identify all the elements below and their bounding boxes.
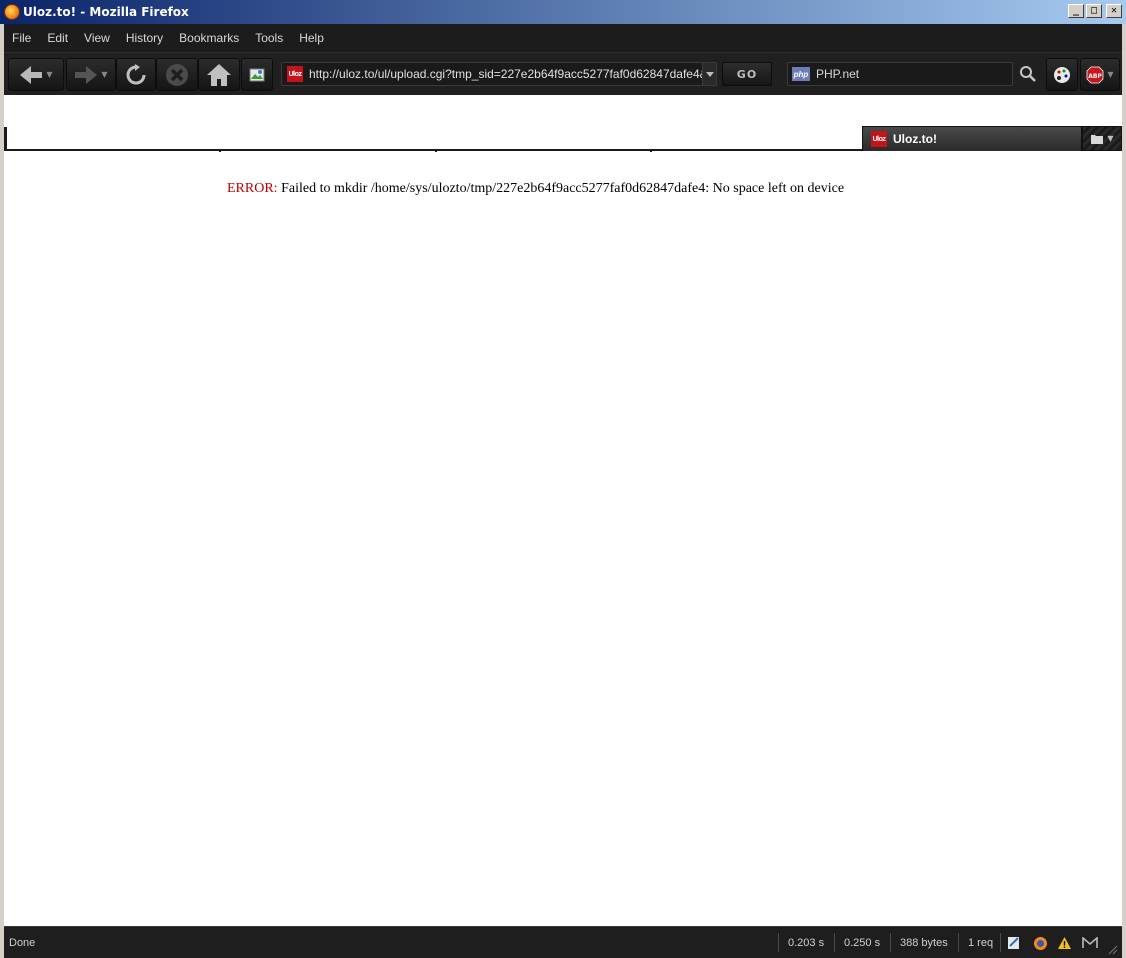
load-time-2: 0.250 s xyxy=(844,937,881,949)
status-separator xyxy=(958,933,959,952)
status-separator xyxy=(1000,933,1001,952)
menu-bookmarks[interactable]: Bookmarks xyxy=(179,31,239,45)
url-history-dropdown-icon[interactable] xyxy=(702,63,716,85)
status-separator xyxy=(778,933,779,952)
adblock-plus-icon: ABP xyxy=(1087,66,1104,83)
abp-label: ABP xyxy=(1089,73,1103,80)
tab-divider xyxy=(219,149,221,152)
tab-list-button[interactable]: ▼ xyxy=(1082,126,1122,151)
window-frame-right xyxy=(1122,24,1126,958)
folder-icon xyxy=(1091,134,1104,144)
menu-help[interactable]: Help xyxy=(299,31,324,45)
firefox-icon xyxy=(4,4,20,20)
url-text[interactable]: http://uloz.to/ul/upload.cgi?tmp_sid=227… xyxy=(309,67,702,81)
adblock-dropdown-icon[interactable]: ▼ xyxy=(1107,70,1113,79)
back-button[interactable]: ▼ xyxy=(8,58,64,91)
error-message-line: ERROR: Failed to mkdir /home/sys/ulozto/… xyxy=(227,181,844,197)
tab-active[interactable]: Uloz Uloz.to! xyxy=(862,126,1082,151)
menu-bar: File Edit View History Bookmarks Tools H… xyxy=(4,24,1122,52)
error-label: ERROR: xyxy=(227,181,278,196)
reload-icon xyxy=(126,63,146,84)
search-input[interactable]: PHP.net xyxy=(816,67,859,81)
tab-strip-outline xyxy=(4,127,862,152)
status-separator xyxy=(890,933,891,952)
stop-button[interactable] xyxy=(156,58,198,91)
back-arrow-icon xyxy=(20,65,43,84)
notepad-icon[interactable] xyxy=(1006,935,1022,951)
extension-button[interactable] xyxy=(241,58,273,91)
search-bar[interactable]: php PHP.net xyxy=(787,62,1013,86)
tab-title: Uloz.to! xyxy=(893,132,937,146)
window-title-bar[interactable]: Uloz.to! - Mozilla Firefox _ □ ✕ xyxy=(0,0,1126,24)
page-content: Uloz Uloz.to! ▼ ERROR: Failed to mkdir /… xyxy=(4,95,1122,926)
firefox-status-icon[interactable] xyxy=(1032,935,1048,951)
tab-list-dropdown-icon: ▼ xyxy=(1107,134,1114,143)
tab-divider xyxy=(435,149,437,152)
home-icon xyxy=(207,63,231,86)
search-magnifier-icon[interactable] xyxy=(1019,65,1037,83)
menu-view[interactable]: View xyxy=(84,31,110,45)
tab-divider xyxy=(650,149,652,152)
home-button[interactable] xyxy=(198,58,240,91)
tab-favicon-icon: Uloz xyxy=(871,131,887,147)
gmail-icon[interactable] xyxy=(1082,935,1098,951)
menu-tools[interactable]: Tools xyxy=(255,31,283,45)
page-size: 388 bytes xyxy=(900,937,948,949)
maximize-button[interactable]: □ xyxy=(1086,4,1102,18)
go-button[interactable]: GO xyxy=(722,62,772,86)
adblock-plus-button[interactable]: ABP ▼ xyxy=(1080,58,1120,91)
navigation-toolbar: ▼ ▼ Uloz http://uloz.to/ul/upload.cgi?tm… xyxy=(4,52,1122,95)
browser-chrome: File Edit View History Bookmarks Tools H… xyxy=(4,24,1122,95)
resize-grip-icon[interactable] xyxy=(1104,941,1120,957)
warning-icon[interactable] xyxy=(1056,935,1072,951)
forward-arrow-icon xyxy=(75,65,98,84)
forward-dropdown-icon[interactable]: ▼ xyxy=(101,70,107,79)
menu-file[interactable]: File xyxy=(12,31,31,45)
site-favicon-icon: Uloz xyxy=(287,66,303,82)
load-time-1: 0.203 s xyxy=(788,937,825,949)
status-text: Done xyxy=(9,937,36,949)
minimize-button[interactable]: _ xyxy=(1068,4,1084,18)
close-button[interactable]: ✕ xyxy=(1106,4,1122,18)
image-extension-icon xyxy=(249,68,265,81)
php-search-engine-icon[interactable]: php xyxy=(792,67,810,81)
address-bar[interactable]: Uloz http://uloz.to/ul/upload.cgi?tmp_si… xyxy=(281,62,717,86)
theme-button[interactable] xyxy=(1046,58,1078,91)
forward-button[interactable]: ▼ xyxy=(66,58,116,91)
reload-button[interactable] xyxy=(116,58,156,91)
request-count: 1 req xyxy=(968,937,994,949)
menu-history[interactable]: History xyxy=(126,31,163,45)
error-message: Failed to mkdir /home/sys/ulozto/tmp/227… xyxy=(281,181,845,196)
status-bar: Done 0.203 s 0.250 s 388 bytes 1 req xyxy=(4,926,1122,958)
stop-icon xyxy=(166,63,188,86)
menu-edit[interactable]: Edit xyxy=(47,31,68,45)
palette-icon xyxy=(1054,66,1070,83)
window-title: Uloz.to! - Mozilla Firefox xyxy=(23,5,189,19)
window-controls: _ □ ✕ xyxy=(1068,4,1122,18)
status-separator xyxy=(834,933,835,952)
back-dropdown-icon[interactable]: ▼ xyxy=(46,70,52,79)
